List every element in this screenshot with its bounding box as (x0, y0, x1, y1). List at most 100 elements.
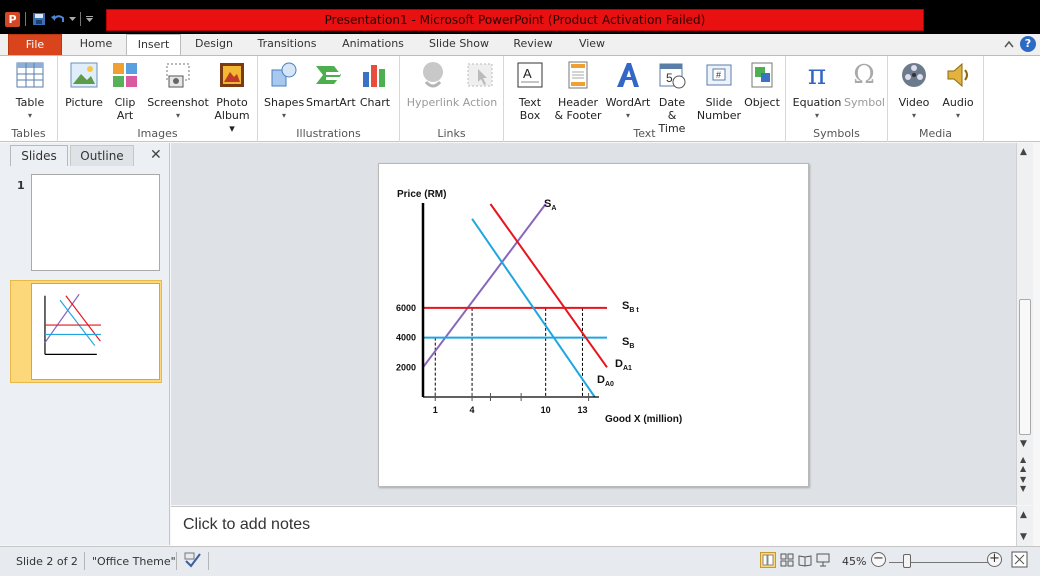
scroll-up-icon[interactable]: ▲ (1020, 147, 1027, 157)
reading-view-icon[interactable] (798, 553, 812, 570)
supply-demand-chart: Price (RM) Good X (million) 2000 4000 6000 1 4… (396, 189, 682, 425)
x-tick-label-1: 1 (433, 405, 438, 415)
notes-scrollbar[interactable]: ▲ ▼ (1016, 506, 1033, 546)
spelling-check-icon[interactable] (184, 552, 202, 571)
group-label-links: Links (437, 127, 466, 140)
editor-vertical-scrollbar[interactable]: ▲ ▼ ▲ ▲ ▼ ▼ (1016, 143, 1033, 505)
curve-label-sb: SB (622, 336, 634, 350)
quick-access-toolbar: P (4, 9, 93, 29)
notes-pane[interactable]: Click to add notes (171, 506, 1016, 546)
curve-label-sa: SA (544, 198, 556, 212)
picture-button[interactable]: Picture (64, 60, 104, 109)
group-illustrations: Shapes ▾ SmartArt Chart Illustrations (258, 56, 400, 142)
slide-number-1: 1 (17, 179, 25, 192)
tab-insert[interactable]: Insert (126, 34, 181, 56)
group-label-tables: Tables (11, 127, 46, 140)
minimize-ribbon-icon[interactable] (1004, 40, 1014, 48)
normal-view-icon[interactable] (760, 552, 776, 571)
hyperlink-icon (418, 60, 448, 90)
ribbon-tabs: File Home Insert Design Transitions Anim… (0, 34, 1040, 56)
slide-sorter-icon[interactable] (780, 553, 794, 570)
close-panel-icon[interactable]: ✕ (150, 147, 162, 163)
tab-review[interactable]: Review (506, 34, 560, 56)
text-box-button[interactable]: A Text Box (512, 60, 548, 122)
tab-slides[interactable]: Slides (10, 145, 68, 166)
chart-button[interactable]: Chart (356, 60, 394, 109)
audio-button[interactable]: Audio ▾ (938, 60, 978, 122)
slide-show-icon[interactable] (816, 553, 830, 570)
fit-slide-to-window-icon[interactable] (1011, 551, 1028, 571)
hyperlink-button[interactable]: Hyperlink (406, 60, 460, 109)
wordart-button[interactable]: WordArt ▾ (604, 60, 652, 122)
slide-count: Slide 2 of 2 (16, 555, 78, 568)
smartart-button[interactable]: SmartArt (306, 60, 356, 109)
thumbnail-chart-preview (44, 293, 101, 355)
text-box-icon: A (515, 60, 545, 90)
powerpoint-app-icon[interactable]: P (4, 10, 21, 28)
undo-dropdown-icon[interactable] (68, 10, 76, 28)
svg-text:5: 5 (666, 71, 673, 85)
tab-view[interactable]: View (570, 34, 614, 56)
x-axis-label: Good X (million) (605, 414, 682, 425)
object-button[interactable]: Object (742, 60, 782, 109)
next-slide-icon[interactable]: ▼ ▼ (1020, 475, 1026, 493)
notes-scroll-up-icon[interactable]: ▲ (1020, 510, 1027, 520)
x-tick-label-13: 13 (577, 405, 587, 415)
slide-number-button[interactable]: # Slide Number (696, 60, 742, 122)
zoom-out-button[interactable]: − (871, 552, 886, 567)
group-images: Picture Clip Art Screenshot ▾ Photo Albu… (58, 56, 258, 142)
notes-scroll-down-icon[interactable]: ▼ (1020, 532, 1027, 542)
action-button[interactable]: Action (460, 60, 500, 109)
title-bar: P Presentation1 - Microsoft PowerPoint (… (0, 0, 1040, 34)
notes-placeholder[interactable]: Click to add notes (183, 516, 310, 534)
svg-text:A: A (523, 66, 532, 81)
help-icon[interactable]: ? (1020, 36, 1036, 52)
tab-home[interactable]: Home (70, 34, 122, 56)
wordart-icon (613, 60, 643, 90)
slide-thumbnail-2[interactable] (31, 283, 160, 380)
scroll-down-icon[interactable]: ▼ (1020, 439, 1027, 449)
curve-label-da1: DA1 (615, 358, 632, 372)
zoom-slider-thumb[interactable] (903, 554, 911, 568)
smartart-icon (314, 60, 344, 90)
slide-editor: Price (RM) Good X (million) 2000 4000 6000 1 4… (171, 143, 1016, 505)
group-label-text: Text (633, 127, 656, 140)
customize-qat-icon[interactable] (85, 10, 93, 28)
tab-transitions[interactable]: Transitions (250, 34, 324, 56)
y-axis-label: Price (RM) (397, 189, 446, 200)
slide-thumbnail-1[interactable] (31, 174, 160, 271)
group-label-media: Media (918, 127, 953, 140)
scrollbar-thumb[interactable] (1019, 299, 1031, 435)
screenshot-button[interactable]: Screenshot ▾ (146, 60, 210, 122)
photo-album-button[interactable]: Photo Album ▾ (210, 60, 254, 135)
group-media: Video ▾ Audio ▾ Media (888, 56, 984, 142)
tab-outline[interactable]: Outline (70, 145, 134, 166)
header-footer-button[interactable]: Header & Footer (552, 60, 604, 122)
save-icon[interactable] (30, 10, 47, 28)
table-icon (15, 60, 45, 90)
status-bar: Slide 2 of 2 "Office Theme" 45% − + (0, 546, 1040, 576)
omega-icon: Ω (853, 60, 875, 90)
previous-slide-icon[interactable]: ▲ ▲ (1020, 455, 1026, 473)
tab-slide-show[interactable]: Slide Show (422, 34, 496, 56)
undo-icon[interactable] (49, 10, 66, 28)
tab-animations[interactable]: Animations (334, 34, 412, 56)
tab-design[interactable]: Design (186, 34, 242, 56)
tab-file[interactable]: File (8, 34, 62, 56)
symbol-button[interactable]: Ω Symbol (844, 60, 885, 109)
zoom-in-button[interactable]: + (987, 552, 1002, 567)
screenshot-icon (163, 60, 193, 90)
table-button[interactable]: Table ▾ (12, 60, 48, 122)
slide-number-icon: # (704, 60, 734, 90)
shapes-button[interactable]: Shapes ▾ (264, 60, 304, 122)
zoom-level[interactable]: 45% (842, 555, 866, 568)
clip-art-button[interactable]: Clip Art (108, 60, 142, 122)
current-slide[interactable]: Price (RM) Good X (million) 2000 4000 6000 1 4… (378, 163, 809, 487)
equation-button[interactable]: π Equation ▾ (792, 60, 842, 122)
x-tick-label-4: 4 (470, 405, 475, 415)
group-label-symbols: Symbols (813, 127, 860, 140)
date-time-button[interactable]: 5 Date & Time (654, 60, 690, 135)
speaker-icon (943, 60, 973, 90)
video-button[interactable]: Video ▾ (894, 60, 934, 122)
shapes-icon (269, 60, 299, 90)
